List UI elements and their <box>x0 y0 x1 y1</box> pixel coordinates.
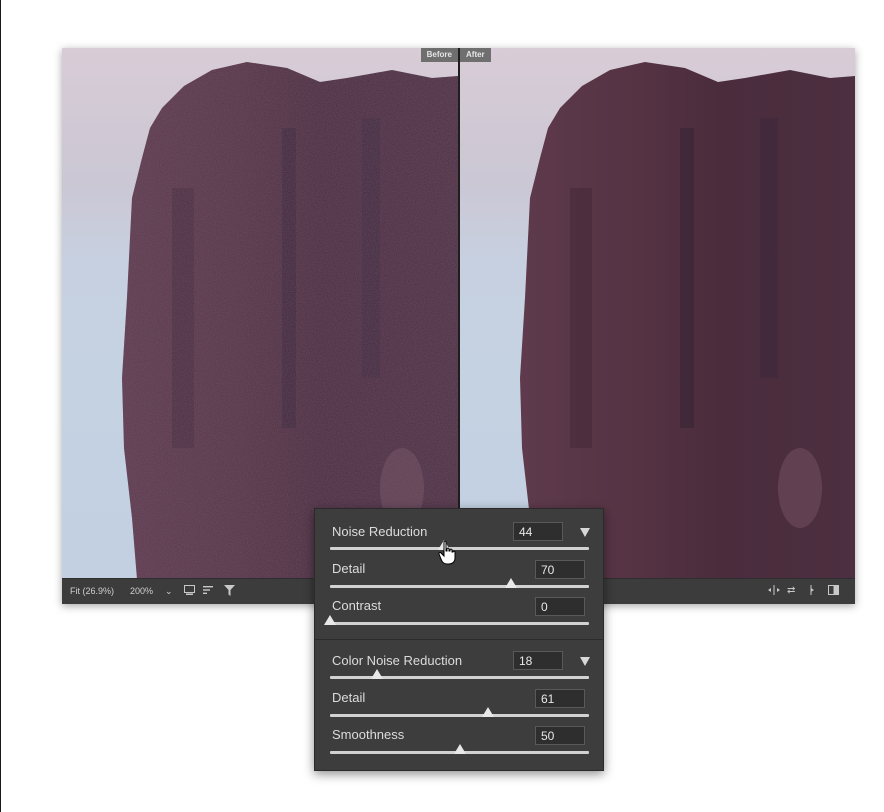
contrast-slider-thumb[interactable] <box>324 615 336 625</box>
contrast-label: Contrast <box>332 598 382 613</box>
after-pane: After <box>460 48 855 579</box>
filter-icon[interactable] <box>224 585 235 600</box>
color-detail-value-field[interactable]: 61 <box>535 689 585 708</box>
before-label: Before <box>420 48 458 62</box>
swap-settings-icon[interactable]: ⇄ <box>787 585 795 597</box>
sort-lines-icon[interactable] <box>203 585 214 599</box>
page-edge-line <box>0 0 1 812</box>
rock-image-after <box>520 62 855 579</box>
before-pane: Before <box>62 48 458 579</box>
color-noise-slider-thumb[interactable] <box>370 669 383 679</box>
zoom-level[interactable]: 200% <box>130 586 153 596</box>
fit-zoom-label[interactable]: Fit (26.9%) <box>70 586 114 596</box>
copy-settings-icon[interactable] <box>805 585 817 599</box>
smoothness-slider-thumb[interactable] <box>453 744 466 754</box>
color-detail-label: Detail <box>332 690 366 705</box>
color-detail-slider-track[interactable] <box>330 714 589 717</box>
color-noise-reduction-label: Color Noise Reduction <box>332 653 463 668</box>
zoom-dropdown-chevron-icon[interactable]: ⌄ <box>165 586 173 597</box>
rock-image-before <box>122 62 458 579</box>
luminance-detail-label: Detail <box>332 561 366 576</box>
noise-reduction-value-field[interactable]: 44 <box>513 522 563 541</box>
smoothness-value-field[interactable]: 50 <box>535 726 585 745</box>
contrast-slider-track[interactable] <box>330 622 589 625</box>
noise-reduction-slider-track[interactable] <box>330 547 589 550</box>
smoothness-label: Smoothness <box>332 727 405 742</box>
noise-reduction-label: Noise Reduction <box>332 524 428 539</box>
luminance-detail-slider-thumb[interactable] <box>505 578 518 588</box>
luminance-detail-value-field[interactable]: 70 <box>535 560 585 579</box>
hand-cursor-icon <box>438 540 456 565</box>
noise-reduction-panel: Noise Reduction 44 Detail 70 Contrast 0 … <box>314 508 604 771</box>
contrast-value-field[interactable]: 0 <box>535 597 585 616</box>
color-detail-slider-thumb[interactable] <box>481 707 494 717</box>
luminance-detail-slider-track[interactable] <box>330 585 589 588</box>
color-noise-slider-track[interactable] <box>330 676 589 679</box>
color-noise-menu-triangle-icon[interactable] <box>580 657 590 666</box>
color-noise-reduction-value-field[interactable]: 18 <box>513 651 563 670</box>
section-divider <box>315 639 603 640</box>
before-after-left-right-icon[interactable] <box>768 585 780 599</box>
image-view-icon[interactable] <box>184 585 195 599</box>
noise-reduction-menu-triangle-icon[interactable] <box>580 528 590 537</box>
after-label: After <box>460 48 491 62</box>
toggle-preview-icon[interactable] <box>828 585 839 599</box>
